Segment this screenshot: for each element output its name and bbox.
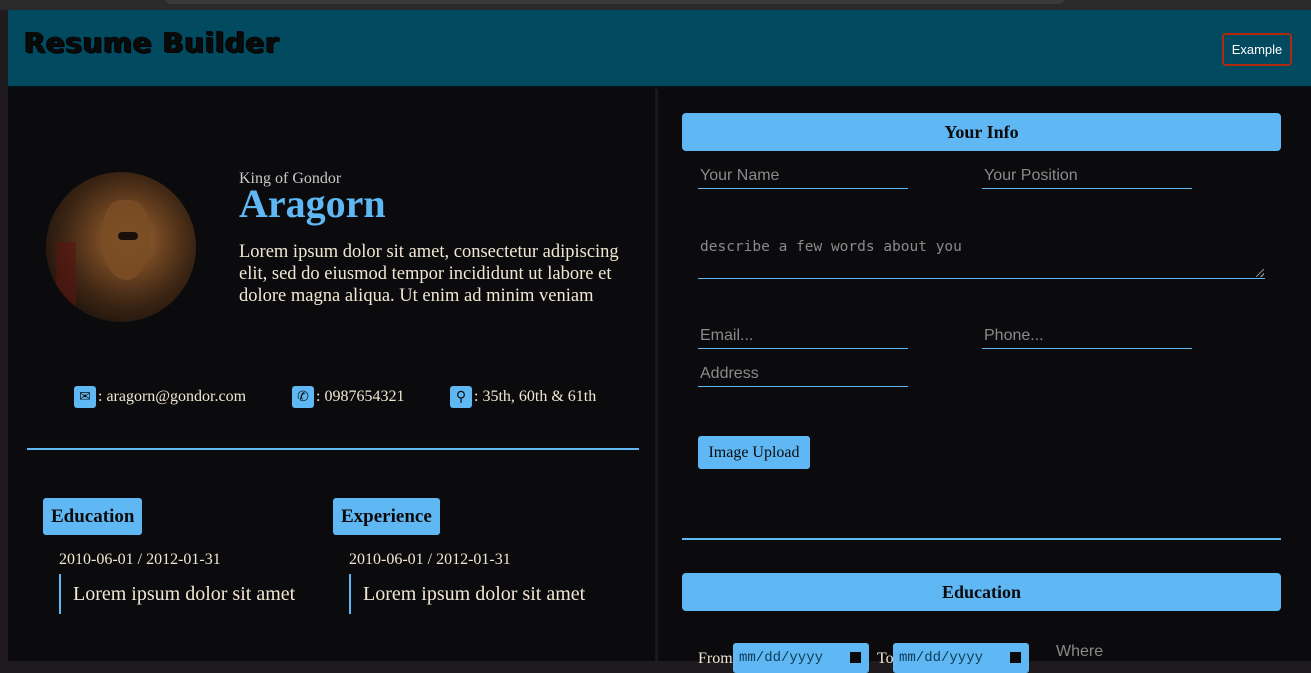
experience-dates: 2010-06-01 / 2012-01-31	[349, 551, 511, 568]
envelope-icon: ✉	[74, 386, 96, 408]
preview-divider	[27, 448, 639, 450]
phone-input[interactable]: Phone...	[982, 325, 1192, 349]
your-info-heading: Your Info	[682, 113, 1281, 151]
education-entry: Lorem ipsum dolor sit amet	[59, 574, 295, 614]
example-button[interactable]: Example	[1222, 33, 1292, 66]
education-form-heading: Education	[682, 573, 1281, 611]
from-date-input[interactable]: mm/dd/yyyy	[733, 643, 869, 673]
location-pin-icon: ⚲	[450, 386, 472, 408]
profile-avatar	[46, 172, 196, 322]
email-input[interactable]: Email...	[698, 325, 908, 349]
education-heading: Education	[43, 498, 143, 535]
browser-top-strip	[0, 0, 1311, 10]
resize-grip-icon[interactable]	[1256, 269, 1264, 277]
experience-entry: Lorem ipsum dolor sit amet	[349, 574, 585, 614]
contact-email: ✉ : aragorn@gondor.com	[74, 386, 246, 408]
app-header: Resume Builder Example	[8, 10, 1311, 89]
about-placeholder: describe a few words about you	[700, 239, 962, 255]
preview-name: Aragorn	[239, 181, 386, 226]
to-date-input[interactable]: mm/dd/yyyy	[893, 643, 1029, 673]
preview-about: Lorem ipsum dolor sit amet, consectetur …	[239, 242, 619, 306]
panel-divider	[655, 89, 658, 661]
where-input[interactable]: Where	[1056, 643, 1103, 661]
app-frame: Resume Builder Example King of Gondor Ar…	[8, 10, 1311, 673]
from-label: From	[698, 650, 733, 667]
image-upload-button[interactable]: Image Upload	[698, 436, 810, 469]
contact-address: ⚲ : 35th, 60th & 61th	[450, 386, 596, 408]
position-input[interactable]: Your Position	[982, 165, 1192, 189]
form-divider	[682, 538, 1281, 540]
education-dates: 2010-06-01 / 2012-01-31	[59, 551, 221, 568]
browser-address-bar	[165, 0, 1065, 4]
contact-address-text: : 35th, 60th & 61th	[474, 388, 597, 405]
contact-phone-text: : 0987654321	[316, 388, 405, 405]
about-textarea[interactable]: describe a few words about you	[698, 232, 1265, 279]
calendar-icon[interactable]	[1010, 652, 1021, 663]
address-input[interactable]: Address	[698, 363, 908, 387]
name-input[interactable]: Your Name	[698, 165, 908, 189]
app-title: Resume Builder	[24, 26, 280, 59]
to-date-placeholder: mm/dd/yyyy	[899, 650, 984, 666]
contact-phone: ✆ : 0987654321	[292, 386, 404, 408]
contact-email-text: : aragorn@gondor.com	[98, 388, 247, 405]
phone-icon: ✆	[292, 386, 314, 408]
to-label: To	[877, 650, 894, 667]
experience-heading: Experience	[333, 498, 440, 535]
from-date-placeholder: mm/dd/yyyy	[739, 650, 824, 666]
calendar-icon[interactable]	[850, 652, 861, 663]
